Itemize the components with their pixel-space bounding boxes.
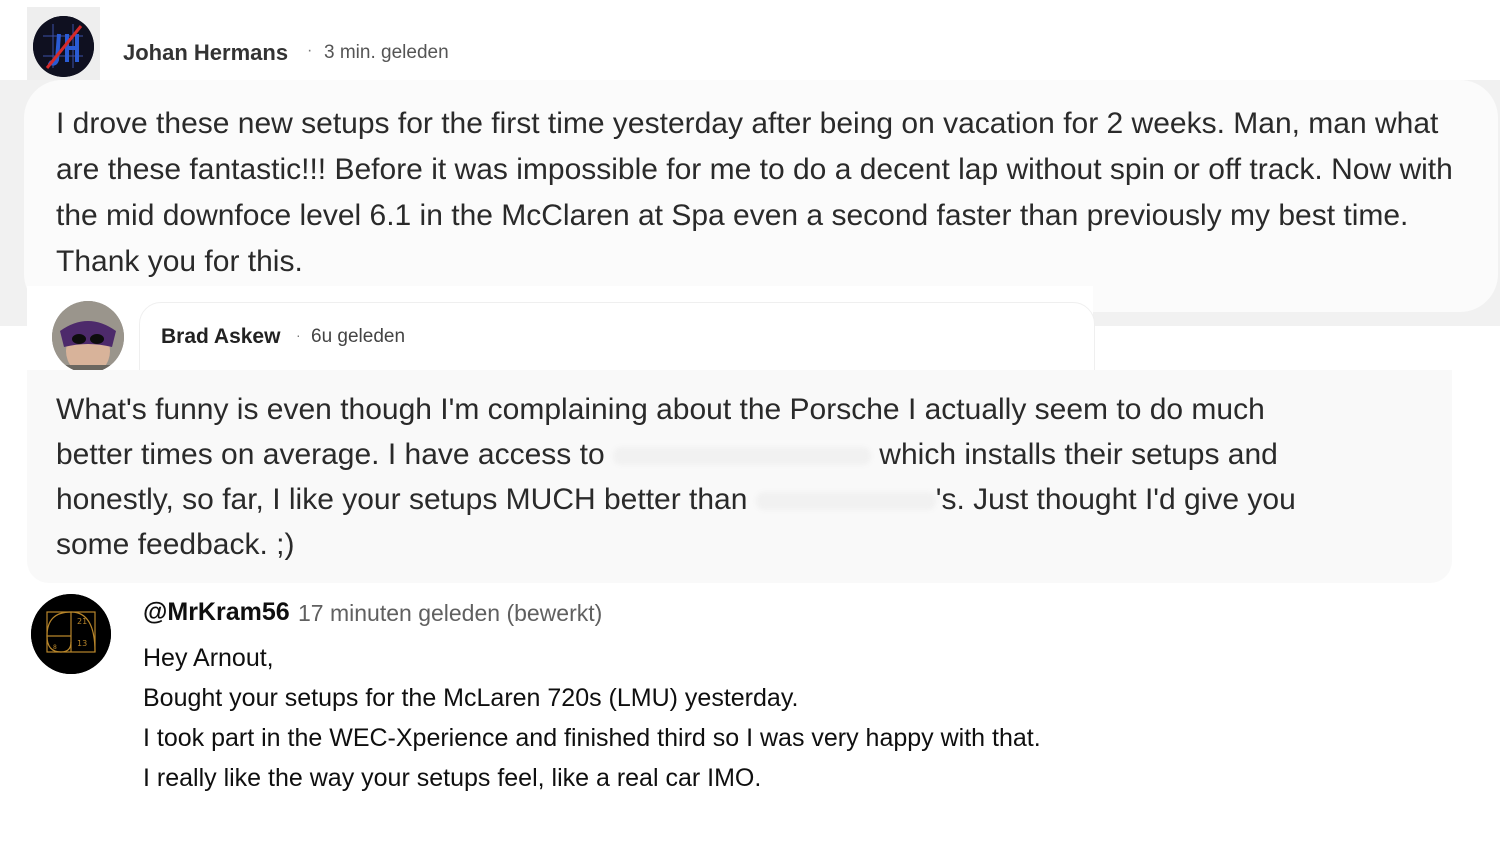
comment-line: I really like the way your setups feel, … <box>143 764 762 792</box>
comment-timestamp[interactable]: 6u geleden <box>311 326 405 348</box>
comment-body: What's funny is even though I'm complain… <box>56 387 1446 567</box>
masked-face-avatar-icon <box>52 301 124 373</box>
comment-line: I took part in the WEC-Xperience and fin… <box>143 724 1041 752</box>
text-segment: honestly, so far, I like your setups MUC… <box>56 483 756 516</box>
redacted-name <box>755 492 936 511</box>
text-segment: 's. Just thought I'd give you <box>935 483 1296 516</box>
redacted-name <box>612 447 871 466</box>
avatar-number: 21 <box>77 617 87 626</box>
comment-line: Hey Arnout, <box>143 644 274 672</box>
separator-dot: · <box>307 42 313 59</box>
comment-line: Bought your setups for the McLaren 720s … <box>143 684 799 712</box>
comment-body: Hey Arnout, Bought your setups for the M… <box>143 638 1443 798</box>
avatar-number: 13 <box>77 639 87 648</box>
text-segment: better times on average. I have access t… <box>56 438 613 471</box>
avatar[interactable] <box>33 16 94 77</box>
comment-author[interactable]: Johan Hermans <box>123 40 288 66</box>
comment-timestamp[interactable]: 17 minuten geleden (bewerkt) <box>298 600 602 627</box>
avatar[interactable] <box>52 301 124 373</box>
separator-dot: · <box>296 327 301 343</box>
text-segment: which installs their setups and <box>870 438 1278 471</box>
comment-line: better times on average. I have access t… <box>56 432 1446 477</box>
golden-spiral-avatar-icon: 21 13 8 <box>31 594 111 674</box>
comment-line: What's funny is even though I'm complain… <box>56 393 1265 426</box>
comment-body: I drove these new setups for the first t… <box>56 107 1453 278</box>
comment-line: some feedback. ;) <box>56 528 295 561</box>
jh-monogram-avatar-icon <box>33 16 94 77</box>
comment-author[interactable]: Brad Askew <box>161 325 280 349</box>
comment-author[interactable]: @MrKram56 <box>143 598 290 627</box>
avatar-number: 8 <box>53 644 57 651</box>
comment-line: honestly, so far, I like your setups MUC… <box>56 477 1446 522</box>
comment-timestamp[interactable]: 3 min. geleden <box>324 42 449 64</box>
avatar[interactable]: 21 13 8 <box>31 594 111 674</box>
